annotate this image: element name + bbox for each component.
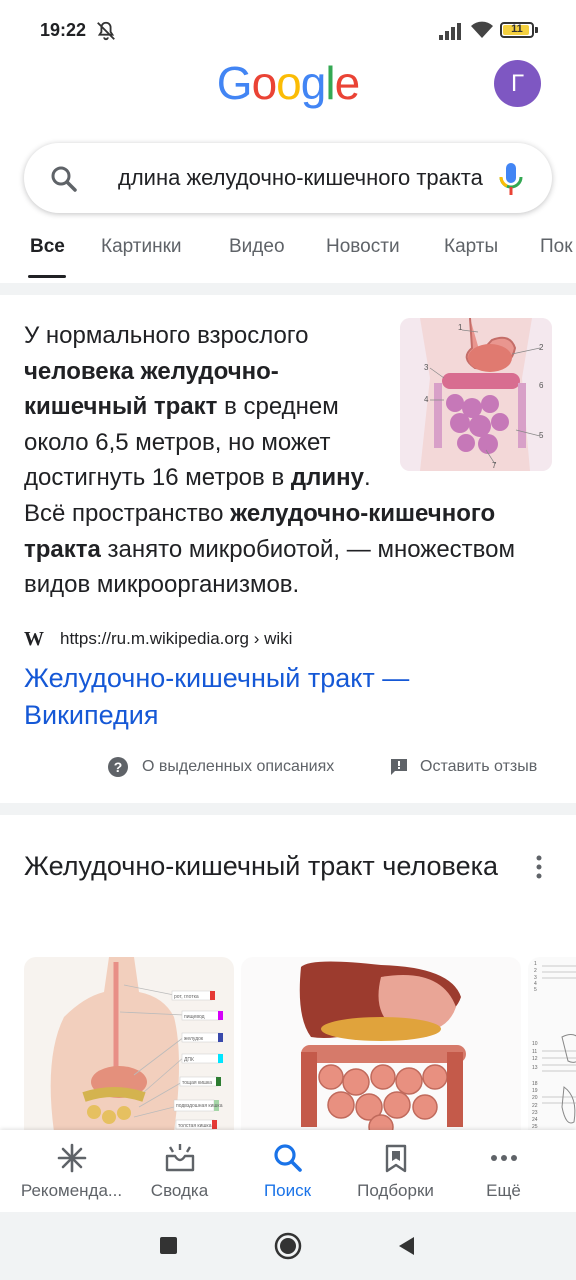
- image-result[interactable]: [241, 957, 521, 1132]
- image-label: 5: [534, 987, 537, 993]
- source-row[interactable]: W https://ru.m.wikipedia.org › wiki: [24, 626, 292, 652]
- digestive-diagram-image: рот, глотка пищевод желудок ДПК тощая ки…: [50, 957, 223, 1132]
- nav-search[interactable]: Поиск: [230, 1130, 345, 1212]
- logo-letter: G: [216, 57, 253, 109]
- snippet-part: У нормального взрослого: [24, 322, 309, 349]
- image-label: 18: [532, 1081, 538, 1087]
- search-tabs: Все Картинки Видео Новости Карты Пок: [0, 220, 576, 284]
- image-label: ДПК: [184, 1057, 194, 1063]
- logo-letter: o: [251, 57, 278, 109]
- search-box[interactable]: [24, 143, 552, 213]
- tab-images[interactable]: Картинки: [101, 236, 182, 258]
- asterisk-icon: [57, 1143, 86, 1173]
- image-label: 24: [532, 1117, 538, 1123]
- recents-button[interactable]: [160, 1237, 177, 1254]
- divider: [0, 803, 576, 815]
- tab-more[interactable]: Пок: [540, 236, 573, 258]
- image-label: 10: [532, 1041, 538, 1047]
- image-label: 2: [534, 968, 537, 974]
- snippet-part-bold: длину: [290, 464, 364, 492]
- feedback-link[interactable]: Оставить отзыв: [420, 758, 537, 776]
- snippet-image[interactable]: 1 2 3 4 5 6 7: [400, 318, 552, 471]
- nav-updates[interactable]: Сводка: [122, 1130, 237, 1212]
- battery-cap: [535, 27, 538, 33]
- feedback-icon[interactable]: [389, 757, 409, 777]
- battery-icon: 11: [500, 22, 534, 38]
- image-label: 12: [532, 1056, 538, 1062]
- image-label: 23: [532, 1110, 538, 1116]
- image-label: 4: [424, 395, 429, 404]
- nav-label: Сводка: [150, 1181, 209, 1200]
- image-label: тощая кишка: [182, 1080, 212, 1086]
- nav-label: Подборки: [357, 1181, 434, 1200]
- tab-news[interactable]: Новости: [326, 236, 400, 258]
- image-label: толстая кишка: [178, 1123, 212, 1129]
- svg-text:?: ?: [114, 759, 123, 775]
- help-icon[interactable]: ?: [107, 756, 129, 778]
- tab-video[interactable]: Видео: [229, 236, 285, 258]
- image-label: 22: [532, 1103, 538, 1109]
- image-result[interactable]: 1 2 3 4 5 10 11 12 13 18 19 20 22 23 24 …: [528, 957, 576, 1132]
- inbox-icon: [165, 1144, 194, 1172]
- image-label: подвздошная кишка: [176, 1103, 223, 1109]
- feedback-row: ? О выделенных описаниях Оставить отзыв: [0, 754, 576, 784]
- nav-collections[interactable]: Подборки: [338, 1130, 453, 1212]
- about-snippets-link[interactable]: О выделенных описаниях: [142, 758, 334, 776]
- image-label: 6: [539, 381, 544, 390]
- wikipedia-icon: W: [24, 627, 44, 650]
- more-vert-icon[interactable]: [530, 854, 548, 880]
- image-label: 11: [532, 1049, 537, 1055]
- wifi-icon: [471, 21, 493, 38]
- logo-letter: l: [325, 57, 335, 109]
- image-label: 13: [532, 1065, 538, 1071]
- image-label: 1: [534, 961, 537, 967]
- image-label: 3: [424, 363, 429, 372]
- image-label: желудок: [184, 1036, 204, 1042]
- anatomy-diagram-image: 1 2 3 4 5 10 11 12 13 18 19 20 22 23 24 …: [532, 961, 576, 1130]
- organs-image: [299, 961, 466, 1132]
- active-tab-indicator: [28, 275, 66, 278]
- image-label: 19: [532, 1088, 538, 1094]
- search-input[interactable]: [118, 143, 492, 213]
- nav-label: Ещё: [486, 1181, 521, 1200]
- search-icon: [273, 1144, 302, 1172]
- avatar[interactable]: Г: [494, 60, 541, 107]
- image-label: 5: [539, 431, 544, 440]
- images-section-title: Желудочно-кишечный тракт человека: [24, 851, 499, 881]
- back-button[interactable]: [396, 1235, 416, 1257]
- image-label: рот, глотка: [174, 994, 199, 1000]
- search-icon[interactable]: [50, 165, 78, 193]
- battery-level: 11: [511, 23, 523, 35]
- signal-icon: [439, 23, 461, 40]
- logo-letter: g: [300, 57, 327, 109]
- nav-discover[interactable]: Рекоменда...: [14, 1130, 129, 1212]
- image-label: 20: [532, 1095, 538, 1101]
- logo-letter: e: [334, 57, 361, 109]
- logo-letter: o: [276, 57, 302, 109]
- image-label: пищевод: [184, 1014, 205, 1020]
- google-logo[interactable]: Google: [0, 56, 576, 110]
- tab-all[interactable]: Все: [30, 236, 65, 258]
- mic-icon[interactable]: [498, 162, 524, 196]
- digestive-system-illustration: 1 2 3 4 5 6 7: [400, 318, 552, 471]
- system-navigation-bar: [0, 1212, 576, 1280]
- source-url[interactable]: https://ru.m.wikipedia.org › wiki: [60, 629, 292, 649]
- nav-label: Поиск: [263, 1181, 312, 1200]
- nav-label: Рекоменда...: [20, 1181, 123, 1200]
- image-result[interactable]: рот, глотка пищевод желудок ДПК тощая ки…: [24, 957, 234, 1132]
- divider: [0, 283, 576, 295]
- bottom-navigation: Рекоменда... Сводка Поиск Подборки Ещё: [0, 1130, 576, 1212]
- result-title-link[interactable]: Желудочно-кишечный тракт — Википедия: [24, 660, 544, 734]
- image-label: 2: [539, 343, 544, 352]
- collections-icon: [385, 1144, 406, 1173]
- tab-maps[interactable]: Карты: [444, 236, 498, 258]
- image-label: 7: [492, 461, 497, 470]
- nav-more[interactable]: Ещё: [446, 1130, 561, 1212]
- mute-icon: [97, 21, 115, 41]
- status-bar: 19:22 11: [0, 0, 576, 64]
- image-label: 1: [458, 323, 463, 332]
- more-horiz-icon: [490, 1155, 517, 1161]
- status-time: 19:22: [40, 20, 87, 40]
- home-button[interactable]: [274, 1232, 302, 1260]
